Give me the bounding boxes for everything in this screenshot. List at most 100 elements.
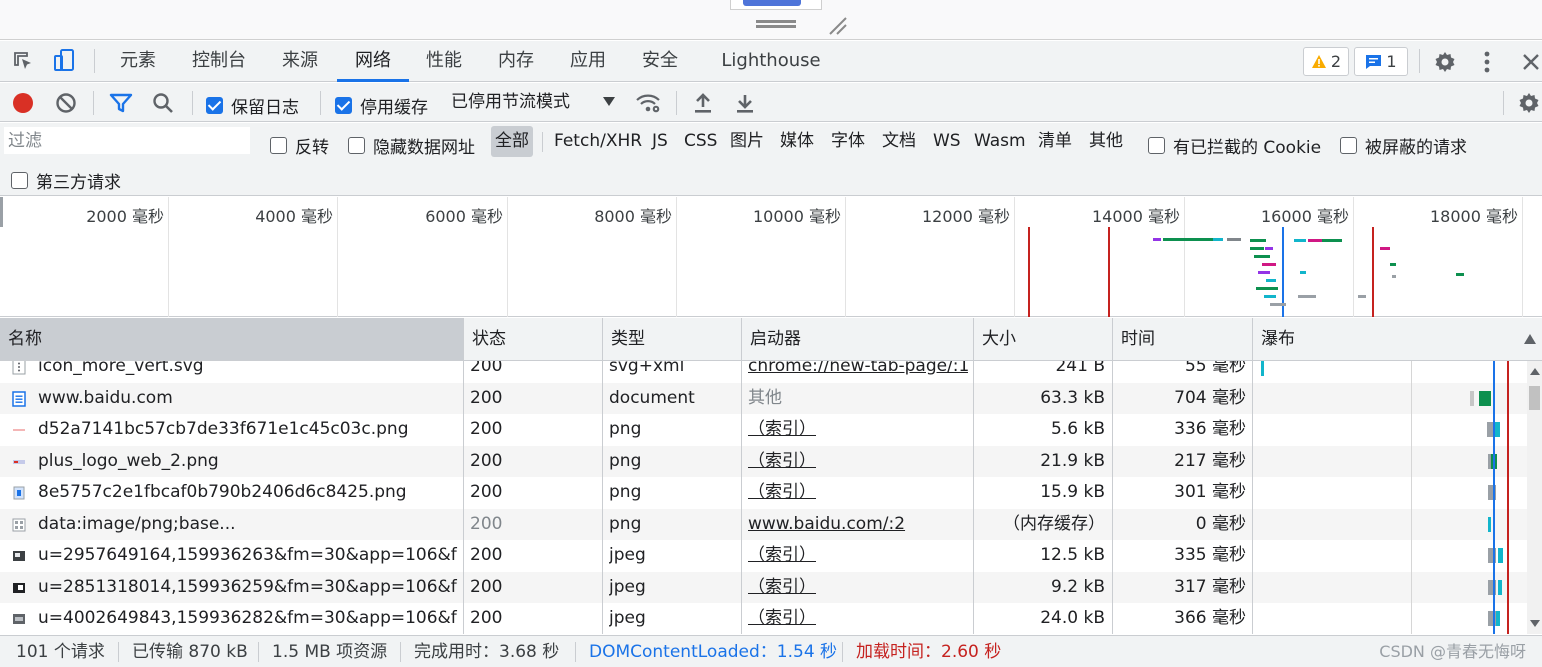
blocked-cookies-checkbox[interactable]: 有已拦截的 Cookie bbox=[1148, 133, 1321, 158]
row-initiator-link[interactable]: （索引） bbox=[748, 414, 968, 446]
row-status: 200 bbox=[470, 576, 503, 597]
finish-time: 完成用时：3.68 秒 bbox=[414, 642, 560, 662]
column-header-initiator[interactable]: 启动器 bbox=[742, 318, 974, 360]
import-har-icon[interactable] bbox=[690, 90, 716, 116]
network-settings-gear-icon[interactable] bbox=[1515, 89, 1542, 117]
tab-security[interactable]: 安全 bbox=[632, 41, 688, 81]
third-party-checkbox[interactable]: 第三方请求 bbox=[11, 168, 121, 193]
row-initiator-link[interactable]: chrome://new-tab-page/:1 bbox=[748, 361, 968, 383]
more-options-icon[interactable] bbox=[1476, 48, 1498, 76]
device-toolbar-icon[interactable] bbox=[50, 47, 78, 75]
row-initiator-link[interactable]: www.baidu.com/:2 bbox=[748, 509, 968, 541]
row-initiator-link[interactable]: （索引） bbox=[748, 540, 968, 572]
blocked-requests-checkbox[interactable]: 被屏蔽的请求 bbox=[1340, 133, 1467, 158]
record-icon[interactable] bbox=[10, 90, 36, 116]
row-status: 200 bbox=[470, 482, 503, 502]
inspect-element-icon[interactable] bbox=[10, 49, 38, 75]
dom-content-loaded-time: DOMContentLoaded：1.54 秒 bbox=[589, 642, 838, 662]
row-initiator-link[interactable]: （索引） bbox=[748, 603, 968, 634]
type-filter-all[interactable]: 全部 bbox=[491, 126, 533, 157]
drag-grip-icon[interactable] bbox=[756, 20, 796, 28]
settings-gear-icon[interactable] bbox=[1431, 48, 1459, 76]
tab-elements[interactable]: 元素 bbox=[110, 41, 166, 81]
warnings-badge[interactable]: 2 bbox=[1303, 47, 1349, 76]
photo-icon bbox=[12, 611, 26, 627]
table-row[interactable]: www.baidu.com 200 document 其他 63.3 kB 70… bbox=[0, 382, 1527, 414]
column-header-type[interactable]: 类型 bbox=[603, 318, 742, 360]
row-size: （内存缓存） bbox=[1003, 513, 1105, 534]
row-size: 63.3 kB bbox=[1040, 387, 1105, 408]
row-initiator-link[interactable]: （索引） bbox=[748, 446, 968, 478]
scroll-up-arrow-icon[interactable] bbox=[1530, 368, 1540, 375]
messages-badge[interactable]: 1 bbox=[1354, 47, 1408, 76]
table-row[interactable]: icon_more_vert.svg 200 svg+xml chrome://… bbox=[0, 361, 1527, 383]
invert-label: 反转 bbox=[295, 138, 329, 158]
request-count: 101 个请求 bbox=[16, 642, 105, 662]
waterfall-bar bbox=[1496, 611, 1500, 626]
table-row[interactable]: u=4002649843,159936282&fm=30&app=106&f=J… bbox=[0, 603, 1527, 634]
row-status: 200 bbox=[470, 513, 503, 534]
table-row[interactable]: plus_logo_web_2.png 200 png （索引） 21.9 kB… bbox=[0, 445, 1527, 478]
disable-cache-checkbox[interactable]: 停用缓存 bbox=[335, 93, 428, 118]
row-time: 336 毫秒 bbox=[1174, 419, 1246, 439]
tab-memory[interactable]: 内存 bbox=[488, 41, 544, 81]
type-filter-wasm[interactable]: Wasm bbox=[970, 126, 1030, 157]
table-row[interactable]: u=2957649164,159936263&fm=30&app=106&f=J… bbox=[0, 540, 1527, 572]
type-filter-css[interactable]: CSS bbox=[680, 126, 721, 157]
transferred-size: 已传输 870 kB bbox=[132, 642, 248, 662]
tab-application[interactable]: 应用 bbox=[560, 41, 616, 81]
row-initiator-link[interactable]: （索引） bbox=[748, 572, 968, 604]
tab-performance[interactable]: 性能 bbox=[416, 41, 472, 81]
devtools-window: 元素 控制台 来源 网络 性能 内存 应用 安全 Lighthouse 2 1 bbox=[0, 0, 1542, 667]
tab-console[interactable]: 控制台 bbox=[184, 41, 254, 81]
resize-handle-icon[interactable] bbox=[826, 14, 848, 36]
table-row[interactable]: 8e5757c2e1fbcaf0b790b2406d6c8425.png 200… bbox=[0, 477, 1527, 509]
type-filter-media[interactable]: 媒体 bbox=[776, 126, 818, 157]
type-filter-doc[interactable]: 文档 bbox=[878, 126, 920, 157]
row-name: 8e5757c2e1fbcaf0b790b2406d6c8425.png bbox=[38, 482, 407, 502]
invert-checkbox[interactable]: 反转 bbox=[270, 133, 329, 158]
column-header-status[interactable]: 状态 bbox=[464, 318, 603, 360]
image-icon bbox=[12, 422, 26, 438]
column-header-waterfall[interactable]: 瀑布 bbox=[1253, 318, 1542, 360]
column-header-size[interactable]: 大小 bbox=[974, 318, 1113, 360]
type-filter-xhr[interactable]: Fetch/XHR bbox=[550, 126, 646, 157]
row-time: 301 毫秒 bbox=[1174, 482, 1246, 502]
watermark-text: CSDN @青春无悔呀 bbox=[1379, 642, 1526, 661]
scroll-down-arrow-icon[interactable] bbox=[1530, 620, 1540, 627]
network-status-bar: 101 个请求 已传输 870 kB 1.5 MB 项资源 完成用时：3.68 … bbox=[0, 635, 1542, 667]
row-initiator-link[interactable]: （索引） bbox=[748, 477, 968, 509]
tab-network[interactable]: 网络 bbox=[337, 41, 409, 82]
row-type: png bbox=[609, 419, 642, 439]
waterfall-bar bbox=[1498, 548, 1503, 563]
table-row[interactable]: data:image/png;base... 200 png www.baidu… bbox=[0, 508, 1527, 541]
network-conditions-icon[interactable] bbox=[634, 89, 662, 117]
scrollbar-thumb[interactable] bbox=[1529, 386, 1540, 410]
preserve-log-checkbox[interactable]: 保留日志 bbox=[206, 93, 299, 118]
tab-lighthouse[interactable]: Lighthouse bbox=[716, 41, 826, 81]
network-overview-timeline[interactable]: 2000 毫秒 4000 毫秒 6000 毫秒 8000 毫秒 10000 毫秒… bbox=[0, 197, 1542, 317]
type-filter-img[interactable]: 图片 bbox=[726, 126, 768, 157]
hide-data-urls-checkbox[interactable]: 隐藏数据网址 bbox=[348, 133, 475, 158]
column-header-time[interactable]: 时间 bbox=[1113, 318, 1253, 360]
table-scrollbar[interactable] bbox=[1527, 361, 1542, 634]
type-filter-font[interactable]: 字体 bbox=[827, 126, 869, 157]
type-filter-js[interactable]: JS bbox=[648, 126, 672, 157]
type-filter-other[interactable]: 其他 bbox=[1085, 126, 1127, 157]
table-row[interactable]: u=2851318014,159936259&fm=30&app=106&f=J… bbox=[0, 571, 1527, 604]
filter-input[interactable] bbox=[4, 127, 250, 154]
warning-icon bbox=[1311, 55, 1326, 68]
search-icon[interactable] bbox=[150, 90, 176, 116]
clear-icon[interactable] bbox=[53, 90, 79, 116]
checkbox-unchecked-icon bbox=[1340, 137, 1357, 154]
close-icon[interactable] bbox=[1518, 49, 1542, 75]
throttling-select[interactable]: 已停用节流模式 bbox=[451, 83, 615, 122]
sort-ascending-icon[interactable] bbox=[1524, 334, 1536, 344]
column-header-name[interactable]: 名称 bbox=[0, 318, 464, 360]
table-row[interactable]: d52a7141bc57cb7de33f671e1c45c03c.png 200… bbox=[0, 414, 1527, 446]
type-filter-ws[interactable]: WS bbox=[929, 126, 965, 157]
tab-sources[interactable]: 来源 bbox=[272, 41, 328, 81]
type-filter-manifest[interactable]: 清单 bbox=[1034, 126, 1076, 157]
filter-icon[interactable] bbox=[108, 90, 134, 116]
export-har-icon[interactable] bbox=[732, 90, 758, 116]
